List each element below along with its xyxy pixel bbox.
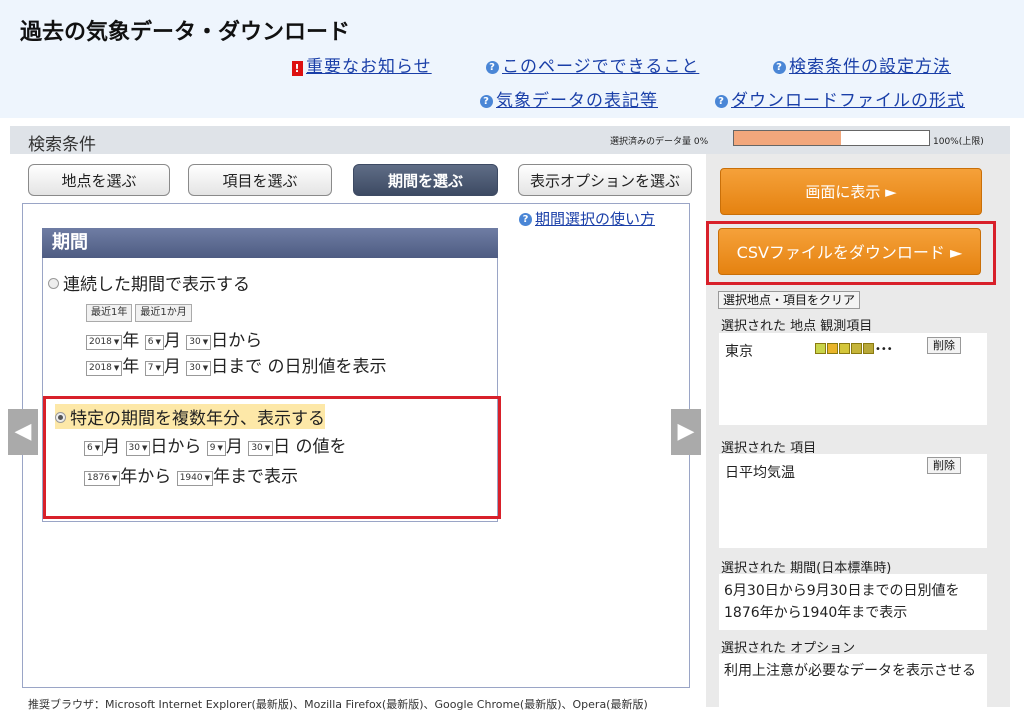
selected-options-text: 利用上注意が必要なデータを表示させる	[724, 663, 976, 679]
display-on-screen-button[interactable]: 画面に表示 ►	[720, 168, 982, 215]
multi-year-radio[interactable]	[55, 412, 66, 423]
continuous-end-row: 2018 ▼ 年 7 ▼ 月 30 ▼ 日まで の日別値を表示	[86, 352, 386, 377]
selected-station-label: 選択された 地点 観測項目	[721, 319, 873, 334]
chevron-down-icon: ▼	[111, 474, 118, 482]
chevron-down-icon: ▼	[113, 364, 120, 372]
question-icon: ?	[773, 61, 786, 74]
csv-download-button[interactable]: CSVファイルをダウンロード ►	[718, 228, 981, 275]
multi-end-month-select[interactable]: 9 ▼	[206, 441, 226, 456]
data-amount-progress	[733, 130, 930, 146]
selected-period-text: 6月30日から9月30日までの日別値を1876年から1940年まで表示	[724, 583, 960, 621]
data-amount-label: 選択済みのデータ量 0%	[610, 137, 709, 147]
continuous-period-option[interactable]: 連続した期間で表示する	[48, 270, 250, 295]
delete-item-button[interactable]: 削除	[927, 457, 961, 474]
about-link[interactable]: ? このページでできること	[486, 52, 699, 77]
data-amount-progress-fill	[734, 131, 842, 145]
chevron-down-icon: ▼	[94, 444, 101, 452]
multi-year-years-row: 1876 ▼ 年から 1940 ▼ 年まで表示	[84, 462, 298, 487]
data-amount-max-label: 100%(上限)	[933, 137, 984, 147]
selected-station-name: 東京	[725, 344, 753, 360]
chevron-down-icon: ▼	[155, 338, 161, 346]
search-condition-label: 検索条件	[28, 135, 96, 155]
question-icon: ?	[715, 95, 728, 108]
end-month-select[interactable]: 7 ▼	[144, 361, 164, 376]
question-icon: ?	[480, 95, 493, 108]
notation-link[interactable]: ? 気象データの表記等	[480, 86, 658, 111]
last-year-button[interactable]: 最近1年	[86, 304, 133, 322]
chevron-down-icon: ▼	[155, 364, 161, 372]
delete-station-button[interactable]: 削除	[927, 337, 961, 354]
station-element-icons: •••	[815, 338, 893, 357]
tab-select-item[interactable]: 項目を選ぶ	[188, 164, 332, 196]
tab-select-station[interactable]: 地点を選ぶ	[28, 164, 170, 196]
end-day-select[interactable]: 30 ▼	[186, 361, 212, 376]
notice-link[interactable]: ! 重要なお知らせ	[292, 52, 432, 77]
chevron-down-icon: ▼	[113, 338, 120, 346]
prev-tab-arrow[interactable]: ◀	[8, 409, 38, 455]
continuous-radio[interactable]	[48, 278, 59, 289]
next-tab-arrow[interactable]: ▶	[671, 409, 701, 455]
start-day-select[interactable]: 30 ▼	[186, 335, 212, 350]
chevron-down-icon: ▼	[264, 444, 271, 452]
start-year-select[interactable]: 2018 ▼	[86, 335, 123, 350]
file-format-link[interactable]: ? ダウンロードファイルの形式	[715, 86, 965, 111]
multi-start-year-select[interactable]: 1876 ▼	[84, 471, 121, 486]
multi-start-day-select[interactable]: 30 ▼	[125, 441, 151, 456]
multi-end-year-select[interactable]: 1940 ▼	[176, 471, 213, 486]
recommended-browsers-text: 推奨ブラウザ：Microsoft Internet Explorer(最新版)、…	[28, 698, 648, 711]
start-month-select[interactable]: 6 ▼	[144, 335, 164, 350]
multi-start-month-select[interactable]: 6 ▼	[84, 441, 104, 456]
sun-icon	[827, 343, 838, 354]
multi-end-day-select[interactable]: 30 ▼	[248, 441, 274, 456]
cloud-icon	[839, 343, 850, 354]
tab-display-options[interactable]: 表示オプションを選ぶ	[518, 164, 692, 196]
period-help-link[interactable]: ? 期間選択の使い方	[519, 208, 655, 229]
multi-year-period-option[interactable]: 特定の期間を複数年分、表示する	[55, 404, 325, 429]
chevron-down-icon: ▼	[202, 338, 209, 346]
chevron-down-icon: ▼	[202, 364, 209, 372]
wind-icon	[851, 343, 862, 354]
continuous-start-row: 2018 ▼ 年 6 ▼ 月 30 ▼ 日から	[86, 326, 262, 351]
multi-year-range-row: 6 ▼ 月 30 ▼ 日から 9 ▼ 月 30 ▼ 日 の値を	[84, 432, 347, 457]
more-icon: •••	[875, 344, 893, 355]
alert-icon: !	[292, 61, 303, 76]
question-icon: ?	[486, 61, 499, 74]
selected-item-name: 日平均気温	[725, 465, 795, 481]
chevron-down-icon: ▼	[141, 444, 148, 452]
clear-selection-button[interactable]: 選択地点・項目をクリア	[718, 291, 861, 309]
end-year-select[interactable]: 2018 ▼	[86, 361, 123, 376]
question-icon: ?	[519, 213, 532, 226]
chevron-down-icon: ▼	[217, 444, 223, 452]
howto-search-link[interactable]: ? 検索条件の設定方法	[773, 52, 951, 77]
quick-range-buttons: 最近1年 最近1か月	[86, 300, 195, 322]
page-title: 過去の気象データ・ダウンロード	[20, 20, 351, 45]
chevron-down-icon: ▼	[204, 474, 210, 482]
period-heading: 期間	[42, 228, 498, 258]
tab-select-period[interactable]: 期間を選ぶ	[353, 164, 498, 196]
rain-icon	[815, 343, 826, 354]
last-month-button[interactable]: 最近1か月	[135, 304, 192, 322]
snow-icon	[863, 343, 874, 354]
